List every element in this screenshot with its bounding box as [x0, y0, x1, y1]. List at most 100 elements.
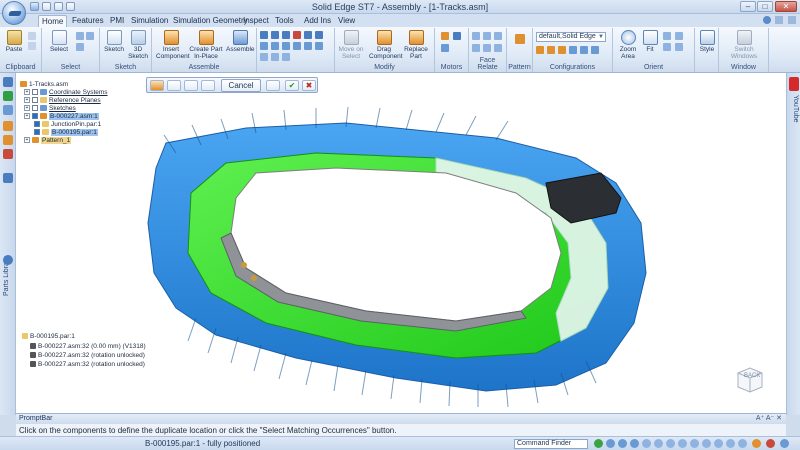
- gear-icon[interactable]: [293, 42, 301, 50]
- tree-item[interactable]: B-000195.par:1: [34, 129, 98, 137]
- simulate-motor-icon[interactable]: [453, 32, 461, 40]
- configuration-select[interactable]: default,Solid Edge ▼: [536, 32, 606, 42]
- sensors-icon[interactable]: [3, 105, 13, 115]
- status-view-icon-5[interactable]: [654, 439, 663, 448]
- face-relate-icon-1[interactable]: [472, 32, 480, 40]
- config-icon-5[interactable]: [580, 46, 588, 54]
- tangent-icon[interactable]: [260, 42, 268, 50]
- youtube-icon[interactable]: [789, 77, 799, 91]
- status-view-icon-14[interactable]: [766, 439, 775, 448]
- relationship-item[interactable]: B-000227.asm:32 (rotation unlocked): [30, 352, 145, 360]
- config-icon-4[interactable]: [569, 46, 577, 54]
- visibility-checkbox[interactable]: [32, 89, 38, 96]
- fit-button[interactable]: Fit: [641, 30, 659, 53]
- match-coordinates-icon[interactable]: [304, 42, 312, 50]
- status-view-icon-12[interactable]: [738, 439, 747, 448]
- relationship-item[interactable]: B-000227.asm:32 (0.00 mm) (V1318): [30, 343, 146, 351]
- select-button[interactable]: Select: [48, 30, 70, 53]
- family-of-assemblies-icon[interactable]: [3, 135, 13, 145]
- quickpick-icon[interactable]: [76, 43, 84, 51]
- tree-item[interactable]: + B-000227.asm:1: [24, 113, 99, 121]
- config-icon-6[interactable]: [591, 46, 599, 54]
- face-relate-icon-2[interactable]: [483, 32, 491, 40]
- cut-icon[interactable]: [28, 32, 36, 40]
- view-orientation-icon[interactable]: [675, 43, 683, 51]
- select-tools-icon[interactable]: [86, 32, 94, 40]
- expand-icon[interactable]: +: [24, 97, 30, 104]
- youtube-tab[interactable]: YouTube: [789, 95, 799, 135]
- view-cube[interactable]: BACK: [734, 365, 766, 395]
- face-relate-icon-3[interactable]: [494, 32, 502, 40]
- sketch-button[interactable]: Sketch: [104, 30, 124, 53]
- feature-library-icon[interactable]: [3, 121, 13, 131]
- path-icon[interactable]: [282, 53, 290, 61]
- paste-button[interactable]: Paste: [4, 30, 24, 53]
- globe-icon[interactable]: [3, 255, 13, 265]
- status-view-icon-10[interactable]: [714, 439, 723, 448]
- select-tools-strip-icon[interactable]: [3, 173, 13, 183]
- zoom-area-button[interactable]: Zoom Area: [617, 30, 639, 60]
- status-view-icon-1[interactable]: [606, 439, 615, 448]
- axial-align-icon[interactable]: [282, 31, 290, 39]
- drag-component-button[interactable]: Drag Component: [369, 30, 403, 60]
- application-button-icon[interactable]: [2, 1, 26, 25]
- tab-home[interactable]: Home: [38, 15, 68, 27]
- move-on-select-button[interactable]: Move on Select: [337, 30, 365, 60]
- prompt-bar-controls[interactable]: A⁺ A⁻ ✕: [756, 414, 782, 422]
- 3d-sketch-button[interactable]: 3D Sketch: [126, 30, 150, 60]
- expand-icon[interactable]: +: [24, 113, 30, 120]
- status-view-icon-15[interactable]: [780, 439, 789, 448]
- visibility-checkbox[interactable]: [34, 129, 40, 136]
- cam-icon[interactable]: [271, 42, 279, 50]
- alternate-assemblies-icon[interactable]: [3, 149, 13, 159]
- visibility-checkbox[interactable]: [32, 97, 38, 104]
- command-finder-input[interactable]: Command Finder: [514, 439, 588, 449]
- status-view-icon-4[interactable]: [642, 439, 651, 448]
- pathfinder-icon[interactable]: [3, 77, 13, 87]
- connect-icon[interactable]: [304, 31, 312, 39]
- tab-pmi[interactable]: PMI: [107, 15, 127, 27]
- insert-component-button[interactable]: Insert Component: [156, 30, 190, 60]
- pan-icon[interactable]: [675, 32, 683, 40]
- tree-item[interactable]: JunctionPin.par:1: [34, 121, 101, 129]
- options-icon[interactable]: [775, 16, 784, 24]
- tab-features[interactable]: Features: [69, 15, 107, 27]
- visibility-checkbox[interactable]: [32, 105, 38, 112]
- motor-settings-icon[interactable]: [441, 44, 449, 52]
- select-matching-occurrences-icon[interactable]: [201, 80, 215, 91]
- relationship-header[interactable]: B-000195.par:1: [22, 333, 75, 341]
- preview-icon[interactable]: [266, 80, 280, 91]
- create-part-in-place-button[interactable]: Create Part In-Place: [188, 30, 224, 60]
- tree-root[interactable]: 1-Tracks.asm: [20, 81, 68, 89]
- expand-icon[interactable]: +: [24, 89, 30, 96]
- select-filter-icon[interactable]: [76, 32, 84, 40]
- face-relate-icon-6[interactable]: [494, 44, 502, 52]
- tab-simulation[interactable]: Simulation: [128, 15, 171, 27]
- replace-part-button[interactable]: Replace Part: [401, 30, 431, 60]
- tree-item[interactable]: + Pattern_1: [24, 137, 72, 145]
- parallel-icon[interactable]: [282, 42, 290, 50]
- config-icon-3[interactable]: [558, 46, 566, 54]
- ground-icon[interactable]: [260, 53, 268, 61]
- face-relate-icon-4[interactable]: [472, 44, 480, 52]
- status-view-icon-13[interactable]: [752, 439, 761, 448]
- pattern-icon[interactable]: [515, 34, 525, 44]
- visibility-checkbox[interactable]: [32, 113, 38, 120]
- restore-icon[interactable]: [788, 16, 796, 24]
- zoom-small-icon[interactable]: [663, 43, 671, 51]
- status-view-icon-7[interactable]: [678, 439, 687, 448]
- tree-item[interactable]: + Sketches: [24, 105, 76, 113]
- switch-windows-button[interactable]: Switch Windows: [725, 30, 763, 60]
- status-go-icon[interactable]: [594, 439, 603, 448]
- close-button[interactable]: ✕: [775, 1, 797, 12]
- tab-tools[interactable]: Tools: [272, 15, 297, 27]
- reject-button[interactable]: ✖: [302, 80, 316, 91]
- assemble-button[interactable]: Assemble: [226, 30, 255, 53]
- center-plane-icon[interactable]: [315, 42, 323, 50]
- style-button[interactable]: Style: [697, 30, 717, 53]
- minimize-button[interactable]: –: [740, 1, 756, 12]
- cancel-button[interactable]: Cancel: [221, 79, 261, 92]
- maximize-button[interactable]: □: [757, 1, 773, 12]
- status-view-icon-6[interactable]: [666, 439, 675, 448]
- accept-button[interactable]: ✔: [285, 80, 299, 91]
